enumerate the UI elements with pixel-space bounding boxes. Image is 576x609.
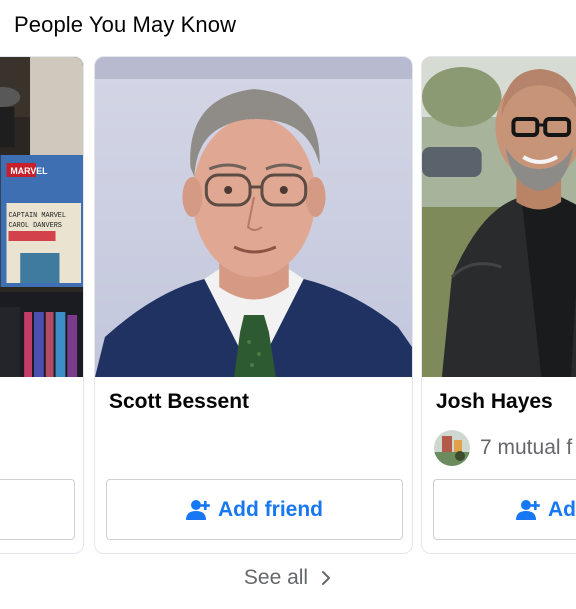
svg-text:CAPTAIN MARVEL: CAPTAIN MARVEL (8, 212, 66, 220)
person-card[interactable]: Josh Hayes 7 mutual f Add friend (421, 56, 576, 554)
man-portrait-image (95, 57, 412, 377)
chevron-right-icon (322, 571, 331, 585)
person-name[interactable]: Scott Bessent (109, 390, 249, 414)
svg-text:MARVEL: MARVEL (10, 166, 48, 176)
add-friend-label: Add friend (218, 497, 323, 521)
person-card[interactable]: MARVEL CAPTAIN MARVEL CAROL DANVERS (0, 56, 84, 554)
person-name[interactable]: Josh Hayes (436, 390, 553, 414)
mutual-friend-avatar (434, 430, 470, 466)
add-friend-button[interactable] (0, 479, 75, 540)
svg-text:CAROL DANVERS: CAROL DANVERS (8, 222, 61, 230)
add-friend-button[interactable]: Add friend (106, 479, 403, 540)
person-plus-icon (516, 499, 540, 520)
see-all-label: See all (243, 566, 309, 589)
mutual-friends-count: 7 mutual f (480, 436, 573, 459)
person-plus-icon (186, 499, 210, 520)
people-carousel: MARVEL CAPTAIN MARVEL CAROL DANVERS Scot… (0, 56, 576, 554)
add-friend-label: Add friend (548, 497, 576, 521)
person-card[interactable]: Scott Bessent Add friend (94, 56, 413, 554)
person-photo[interactable]: MARVEL CAPTAIN MARVEL CAROL DANVERS (0, 57, 83, 377)
man-leather-jacket-image (422, 57, 576, 377)
person-photo[interactable] (422, 57, 576, 377)
bookshelf-photo-image: MARVEL CAPTAIN MARVEL CAROL DANVERS (0, 57, 83, 377)
person-photo[interactable] (95, 57, 412, 377)
mutual-friends[interactable]: 7 mutual f (434, 430, 572, 466)
see-all-link[interactable]: See all (0, 566, 576, 590)
section-title: People You May Know (14, 12, 237, 37)
add-friend-button[interactable]: Add friend (433, 479, 576, 540)
